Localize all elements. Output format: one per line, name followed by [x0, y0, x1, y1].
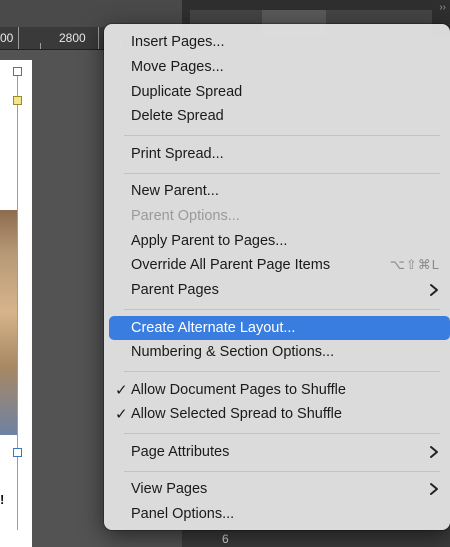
menu-item-parent-options: Parent Options... [109, 204, 450, 228]
menu-separator [124, 470, 440, 472]
menu-item-label: Duplicate Spread [131, 83, 243, 100]
panel-collapse-icon[interactable]: ›› [439, 2, 446, 13]
chevron-right-icon [430, 284, 438, 297]
text-frame-edge [17, 70, 18, 530]
menu-item-label: Allow Document Pages to Shuffle [131, 381, 346, 398]
chevron-right-icon [430, 445, 438, 458]
menu-item-label: Print Spread... [131, 145, 224, 162]
menu-item-new-parent[interactable]: New Parent... [109, 179, 450, 203]
menu-item-label: Move Pages... [131, 58, 224, 75]
menu-item-print-spread[interactable]: Print Spread... [109, 142, 450, 166]
menu-item-label: Create Alternate Layout... [131, 319, 296, 336]
menu-separator [124, 371, 440, 373]
menu-separator [124, 433, 440, 435]
menu-item-insert-pages[interactable]: Insert Pages... [109, 30, 450, 54]
keyboard-shortcut: ⌥⇧⌘L [389, 257, 440, 273]
frame-handle[interactable] [13, 67, 22, 76]
document-toolbar-area [0, 0, 182, 27]
corner-option-handle[interactable] [13, 96, 22, 105]
menu-item-label: Insert Pages... [131, 34, 225, 50]
menu-item-view-pages[interactable]: View Pages [109, 477, 450, 501]
menu-item-delete-spread[interactable]: Delete Spread [109, 104, 450, 128]
menu-item-apply-parent-to-pages[interactable]: Apply Parent to Pages... [109, 229, 450, 253]
menu-item-move-pages[interactable]: Move Pages... [109, 55, 450, 79]
pages-panel-menu: Insert Pages... Move Pages... Duplicate Sp… [104, 24, 450, 530]
menu-item-parent-pages[interactable]: Parent Pages [109, 278, 450, 302]
menu-item-override-all-parent-page-items[interactable]: Override All Parent Page Items ⌥⇧⌘L [109, 253, 450, 277]
menu-item-label: New Parent... [131, 183, 219, 199]
menu-separator [124, 309, 440, 311]
menu-item-label: Allow Selected Spread to Shuffle [131, 406, 342, 423]
menu-item-label: View Pages [131, 481, 208, 497]
frame-handle[interactable] [13, 448, 22, 457]
ruler-tick [18, 27, 19, 49]
ruler-label: 2800 [59, 31, 86, 45]
chevron-right-icon [430, 483, 438, 495]
menu-separator [124, 135, 440, 137]
menu-item-label: Numbering & Section Options... [131, 344, 335, 361]
ruler-tick [40, 43, 41, 49]
menu-item-label: Panel Options... [131, 505, 235, 522]
menu-item-numbering-section-options[interactable]: Numbering & Section Options... [109, 340, 450, 364]
menu-item-duplicate-spread[interactable]: Duplicate Spread [109, 80, 450, 104]
menu-item-label: Page Attributes [131, 443, 230, 460]
menu-separator [124, 172, 440, 174]
menu-item-label: Override All Parent Page Items [131, 257, 331, 274]
menu-item-panel-options[interactable]: Panel Options... [109, 502, 450, 526]
ruler-tick [98, 27, 99, 49]
ruler-label: 00 [0, 31, 14, 45]
placed-image[interactable] [0, 210, 17, 435]
menu-item-page-attributes[interactable]: Page Attributes [109, 440, 450, 464]
menu-item-allow-selected-spread-to-shuffle[interactable]: ✓ Allow Selected Spread to Shuffle [109, 402, 450, 426]
menu-item-label: Parent Pages [131, 282, 219, 299]
checkmark-icon: ✓ [115, 381, 128, 399]
menu-item-label: Delete Spread [131, 108, 224, 125]
menu-item-allow-document-pages-to-shuffle[interactable]: ✓ Allow Document Pages to Shuffle [109, 378, 450, 402]
document-text: ! [0, 492, 5, 507]
checkmark-icon: ✓ [115, 406, 128, 424]
menu-item-label: Apply Parent to Pages... [131, 232, 288, 249]
menu-item-label: Parent Options... [131, 207, 240, 224]
menu-item-create-alternate-layout[interactable]: Create Alternate Layout... [109, 315, 450, 340]
page-number-label: 6 [222, 532, 229, 546]
